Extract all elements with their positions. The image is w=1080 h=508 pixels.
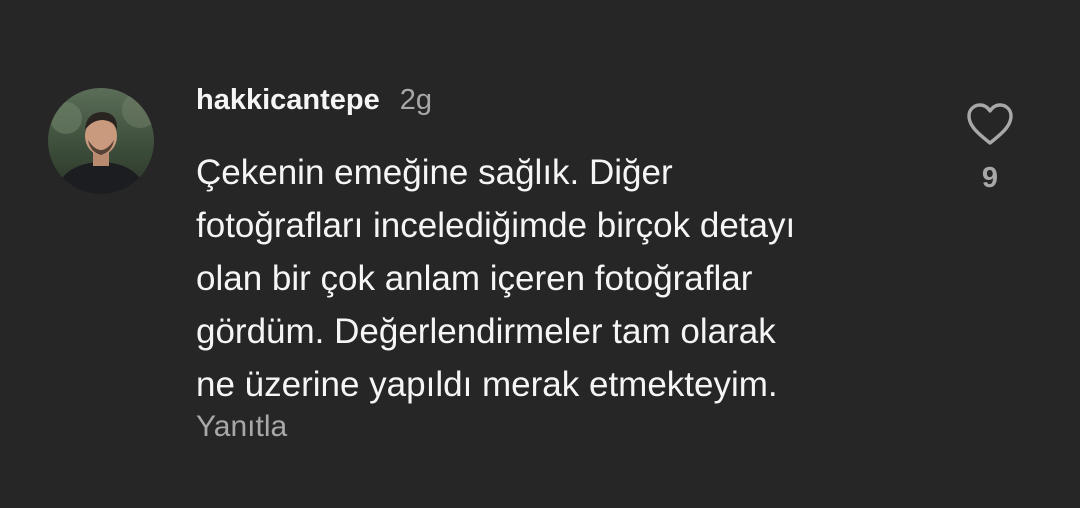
timestamp: 2g bbox=[399, 84, 433, 116]
comment-text: Çekenin emeğine sağlık. Diğer fotoğrafla… bbox=[196, 153, 796, 404]
comment: hakkicantepe 2g Çekenin emeğine sağlık. … bbox=[0, 0, 1080, 508]
like-count: 9 bbox=[981, 162, 999, 194]
like-section: 9 bbox=[955, 100, 1025, 195]
like-button[interactable] bbox=[964, 100, 1016, 148]
avatar-photo bbox=[48, 88, 154, 194]
heart-outline-icon bbox=[967, 103, 1013, 145]
username[interactable]: hakkicantepe bbox=[196, 84, 380, 117]
comment-header: hakkicantepe 2g bbox=[196, 84, 432, 124]
reply-button[interactable]: Yanıtla bbox=[196, 410, 287, 444]
avatar[interactable] bbox=[48, 88, 154, 194]
